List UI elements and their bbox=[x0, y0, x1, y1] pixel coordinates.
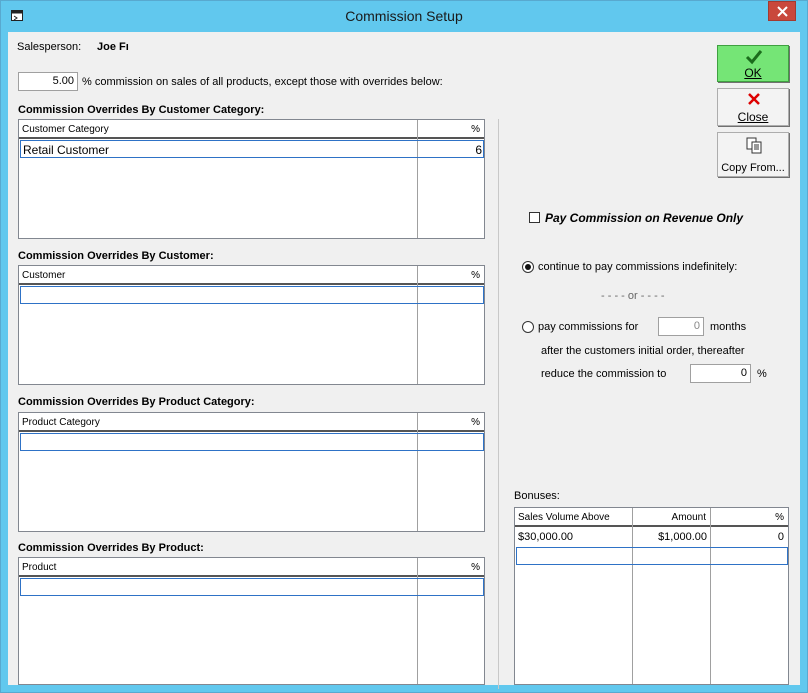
table-row[interactable] bbox=[20, 578, 484, 596]
sales-volume-header: Sales Volume Above bbox=[515, 508, 632, 527]
product-category-grid[interactable]: Product Category % bbox=[18, 412, 485, 532]
copy-from-button[interactable]: Copy From... bbox=[717, 132, 789, 177]
base-commission-text: % commission on sales of all products, e… bbox=[82, 76, 443, 88]
copy-documents-icon bbox=[746, 137, 762, 154]
revenue-only-checkbox[interactable] bbox=[529, 212, 540, 223]
product-category-pct-header: % bbox=[417, 413, 484, 432]
table-row[interactable]: Retail Customer 6 bbox=[20, 140, 484, 158]
amount-header: Amount bbox=[632, 508, 710, 527]
reduce-input[interactable]: 0 bbox=[690, 364, 751, 383]
pay-for-label: pay commissions for bbox=[538, 321, 639, 333]
bonus-pct-header: % bbox=[710, 508, 788, 527]
product-category-title: Commission Overrides By Product Category… bbox=[18, 396, 255, 408]
customer-category-pct-cell: 6 bbox=[475, 143, 482, 157]
customer-category-header: Customer Category bbox=[19, 120, 417, 139]
copy-from-label: Copy From... bbox=[721, 162, 785, 174]
checkmark-icon bbox=[745, 50, 763, 65]
revenue-only-label: Pay Commission on Revenue Only bbox=[545, 211, 744, 225]
base-commission-input[interactable]: 5.00 bbox=[18, 72, 78, 91]
reduce-label: reduce the commission to bbox=[541, 368, 667, 380]
salesperson-name: Joe Fı bbox=[97, 41, 129, 53]
amount-cell: $1,000.00 bbox=[658, 531, 707, 543]
product-header: Product bbox=[19, 558, 417, 577]
close-icon bbox=[777, 6, 788, 17]
customer-header: Customer bbox=[19, 266, 417, 285]
customer-category-title: Commission Overrides By Customer Categor… bbox=[18, 104, 265, 116]
salesperson-label: Salesperson: bbox=[17, 41, 82, 53]
client-area: Salesperson: Joe Fı 5.00 % commission on… bbox=[8, 32, 800, 689]
customer-grid[interactable]: Customer % bbox=[18, 265, 485, 385]
customer-title: Commission Overrides By Customer: bbox=[18, 250, 214, 262]
customer-category-pct-header: % bbox=[417, 120, 484, 139]
close-icon bbox=[748, 93, 760, 105]
commission-setup-window: Commission Setup Salesperson: Joe Fı 5.0… bbox=[0, 0, 808, 693]
table-row[interactable] bbox=[20, 286, 484, 304]
product-grid[interactable]: Product % bbox=[18, 557, 485, 685]
customer-pct-header: % bbox=[417, 266, 484, 285]
close-button[interactable]: Close bbox=[717, 88, 789, 126]
ok-button[interactable]: OK bbox=[717, 45, 789, 82]
table-row[interactable]: $30,000.00 $1,000.00 0 bbox=[515, 528, 788, 547]
pay-for-months-radio[interactable] bbox=[522, 321, 534, 333]
reduce-pct-label: % bbox=[757, 368, 767, 380]
customer-category-cell: Retail Customer bbox=[23, 143, 110, 157]
months-label: months bbox=[710, 321, 747, 333]
window-title: Commission Setup bbox=[345, 8, 463, 24]
pay-indefinitely-label: continue to pay commissions indefinitely… bbox=[538, 261, 738, 273]
table-row[interactable] bbox=[20, 433, 484, 451]
customer-category-grid[interactable]: Customer Category % Retail Customer 6 bbox=[18, 119, 485, 239]
or-separator: - - - - or - - - - bbox=[601, 290, 665, 302]
months-input[interactable]: 0 bbox=[658, 317, 704, 336]
bonuses-grid[interactable]: Sales Volume Above Amount % $30,000.00 $… bbox=[514, 507, 789, 685]
after-order-label: after the customers initial order, there… bbox=[541, 345, 745, 357]
sales-volume-cell: $30,000.00 bbox=[518, 531, 574, 543]
product-title: Commission Overrides By Product: bbox=[18, 542, 204, 554]
title-bar: Commission Setup bbox=[1, 1, 807, 32]
pay-indefinitely-radio[interactable] bbox=[522, 261, 534, 273]
product-pct-header: % bbox=[417, 558, 484, 577]
close-label: Close bbox=[737, 110, 769, 124]
ok-label: OK bbox=[744, 66, 762, 80]
bonuses-label: Bonuses: bbox=[514, 490, 560, 502]
bonus-pct-cell: 0 bbox=[777, 531, 784, 543]
table-row[interactable] bbox=[516, 547, 788, 565]
window-close-button[interactable] bbox=[768, 1, 796, 21]
vertical-divider bbox=[498, 119, 499, 689]
product-category-header: Product Category bbox=[19, 413, 417, 432]
